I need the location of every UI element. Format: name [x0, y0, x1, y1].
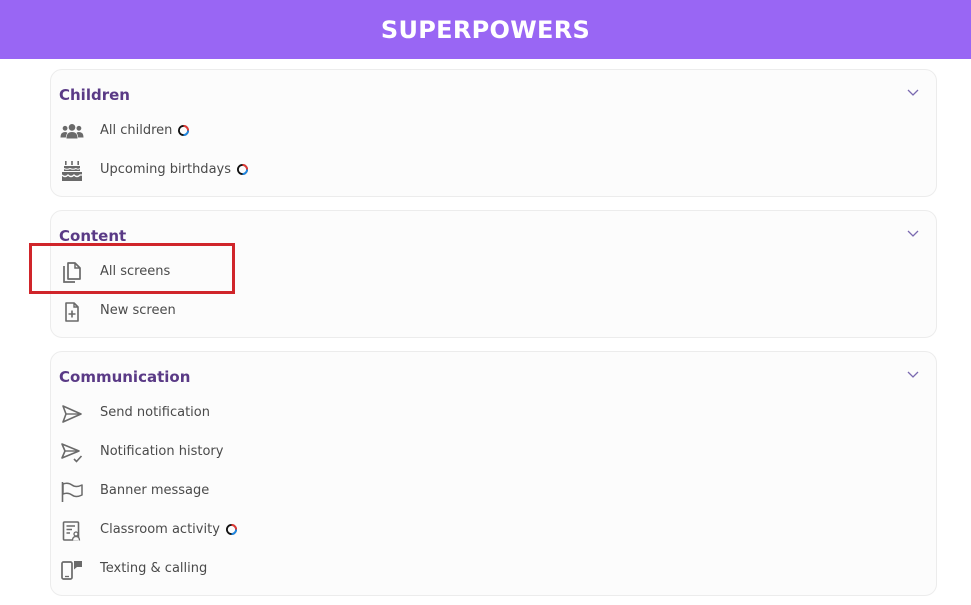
section-communication: Communication Send notification Notifica…	[50, 351, 937, 596]
menu-item-label: Notification history	[100, 444, 224, 459]
menu-item-classroom-activity[interactable]: Classroom activity	[52, 511, 937, 550]
menu-item-label: New screen	[100, 303, 176, 318]
menu-item-send-notification[interactable]: Send notification	[52, 394, 937, 433]
menu-item-banner-message[interactable]: Banner message	[52, 472, 937, 511]
chevron-down-icon[interactable]	[906, 369, 920, 379]
users-icon	[60, 120, 84, 144]
badge-icon	[178, 125, 190, 136]
app-header: SUPERPOWERS	[0, 0, 971, 59]
menu-item-new-screen[interactable]: New screen	[52, 292, 937, 331]
phone-chat-icon	[60, 558, 84, 582]
send-icon	[60, 402, 84, 426]
section-children: Children All children Upcoming birthdays	[50, 69, 937, 197]
menu-item-label: Classroom activity	[100, 522, 220, 537]
send-check-icon	[60, 441, 84, 465]
chevron-down-icon[interactable]	[906, 228, 920, 238]
birthday-cake-icon	[60, 159, 84, 183]
classroom-report-icon	[60, 519, 84, 543]
menu-item-upcoming-birthdays[interactable]: Upcoming birthdays	[52, 151, 937, 190]
app-title: SUPERPOWERS	[380, 15, 591, 44]
highlight-box	[29, 243, 235, 294]
menu-item-label: Banner message	[100, 483, 210, 498]
chevron-down-icon[interactable]	[906, 87, 920, 97]
section-title: Communication	[59, 368, 191, 386]
file-plus-icon	[60, 300, 84, 324]
menu-item-label: Texting & calling	[100, 561, 208, 576]
menu-item-texting-calling[interactable]: Texting & calling	[52, 550, 937, 589]
menu-item-all-children[interactable]: All children	[52, 112, 937, 151]
menu-item-notification-history[interactable]: Notification history	[52, 433, 937, 472]
flag-icon	[60, 480, 84, 504]
section-title: Children	[59, 86, 130, 104]
badge-icon	[237, 164, 248, 175]
menu-item-label: Upcoming birthdays	[100, 162, 231, 177]
badge-icon	[225, 524, 237, 535]
menu-item-label: All children	[100, 123, 173, 138]
menu-item-label: Send notification	[100, 405, 210, 420]
